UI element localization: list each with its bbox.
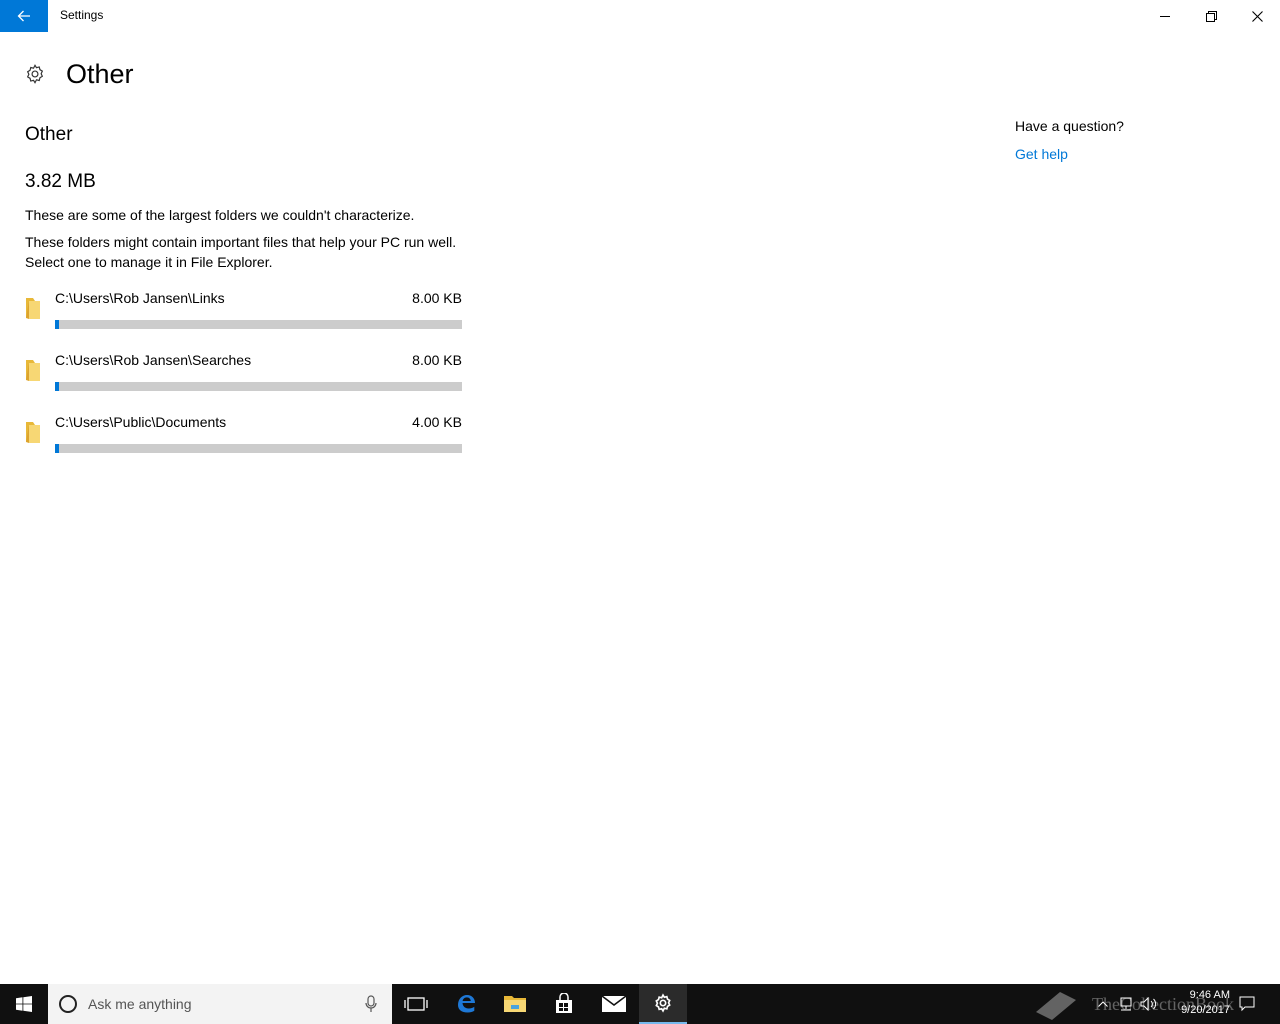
section-title: Other xyxy=(25,124,73,145)
store-button[interactable] xyxy=(540,984,588,1024)
close-icon xyxy=(1251,10,1263,22)
folder-size: 4.00 KB xyxy=(412,414,462,430)
clock-time: 9:46 AM xyxy=(1189,989,1230,1001)
folder-icon xyxy=(26,360,40,381)
search-box[interactable]: Ask me anything xyxy=(48,984,392,1024)
minimize-button[interactable] xyxy=(1142,0,1188,32)
description-text: These are some of the largest folders we… xyxy=(25,207,415,223)
title-bar: Settings xyxy=(0,0,1280,32)
chevron-up-icon xyxy=(1098,1001,1108,1007)
minimize-icon xyxy=(1160,16,1170,17)
edge-browser-button[interactable] xyxy=(442,984,490,1024)
page-title: Other xyxy=(66,58,134,89)
network-icon xyxy=(1120,997,1132,1011)
usage-bar xyxy=(55,382,462,391)
back-button[interactable] xyxy=(0,0,48,32)
start-button[interactable] xyxy=(0,984,48,1024)
edge-icon xyxy=(458,995,475,1013)
folder-path: C:\Users\Public\Documents xyxy=(55,414,227,430)
folder-path: C:\Users\Rob Jansen\Searches xyxy=(55,352,252,368)
description-text-secondary: These folders might contain important fi… xyxy=(25,234,457,270)
file-explorer-button[interactable] xyxy=(491,984,539,1024)
get-help-link[interactable]: Get help xyxy=(1015,146,1068,162)
cortana-icon xyxy=(59,995,77,1013)
search-placeholder: Ask me anything xyxy=(88,996,192,1012)
help-question: Have a question? xyxy=(1015,118,1124,134)
folder-size: 8.00 KB xyxy=(412,290,462,306)
usage-bar xyxy=(55,320,462,329)
usage-bar-fill xyxy=(55,320,60,329)
taskbar: Ask me anything TheCollectionBook 9:46 A… xyxy=(0,984,1280,1024)
mail-icon xyxy=(602,996,626,1012)
folder-icon xyxy=(26,298,40,319)
network-button[interactable] xyxy=(1116,984,1136,1024)
task-view-button[interactable] xyxy=(392,984,440,1024)
volume-button[interactable] xyxy=(1138,984,1160,1024)
usage-bar-fill xyxy=(55,444,60,453)
usage-bar xyxy=(55,444,462,453)
mail-button[interactable] xyxy=(590,984,638,1024)
app-title: Settings xyxy=(60,8,104,22)
speaker-icon xyxy=(1140,997,1157,1011)
gear-icon xyxy=(26,64,44,84)
windows-logo-icon xyxy=(16,996,32,1012)
folder-item-searches[interactable]: C:\Users\Rob Jansen\Searches 8.00 KB xyxy=(24,350,464,412)
total-size: 3.82 MB xyxy=(25,171,96,192)
restore-button[interactable] xyxy=(1188,0,1234,32)
task-view-icon xyxy=(404,997,428,1011)
back-arrow-icon xyxy=(17,10,30,22)
usage-bar-fill xyxy=(55,382,60,391)
folder-list: C:\Users\Rob Jansen\Links 8.00 KB C:\Use… xyxy=(24,288,464,474)
folder-size: 8.00 KB xyxy=(412,352,462,368)
show-hidden-icons-button[interactable] xyxy=(1092,984,1114,1024)
gear-icon xyxy=(655,993,671,1013)
store-bag-icon xyxy=(556,993,572,1013)
close-button[interactable] xyxy=(1234,0,1280,32)
folder-icon xyxy=(504,996,526,1012)
action-center-button[interactable] xyxy=(1236,984,1258,1024)
restore-icon xyxy=(1205,10,1217,22)
notification-icon xyxy=(1239,996,1255,1012)
folder-icon xyxy=(26,422,40,443)
clock[interactable]: 9:46 AM 9/20/2017 xyxy=(1160,988,1230,1018)
settings-taskbar-button[interactable] xyxy=(639,984,687,1024)
folder-path: C:\Users\Rob Jansen\Links xyxy=(55,290,225,306)
clock-date: 9/20/2017 xyxy=(1181,1004,1230,1016)
microphone-icon[interactable] xyxy=(364,995,378,1013)
book-logo-icon xyxy=(1036,992,1076,1020)
page-header: Other xyxy=(24,56,134,92)
folder-item-public-documents[interactable]: C:\Users\Public\Documents 4.00 KB xyxy=(24,412,464,474)
folder-item-links[interactable]: C:\Users\Rob Jansen\Links 8.00 KB xyxy=(24,288,464,350)
